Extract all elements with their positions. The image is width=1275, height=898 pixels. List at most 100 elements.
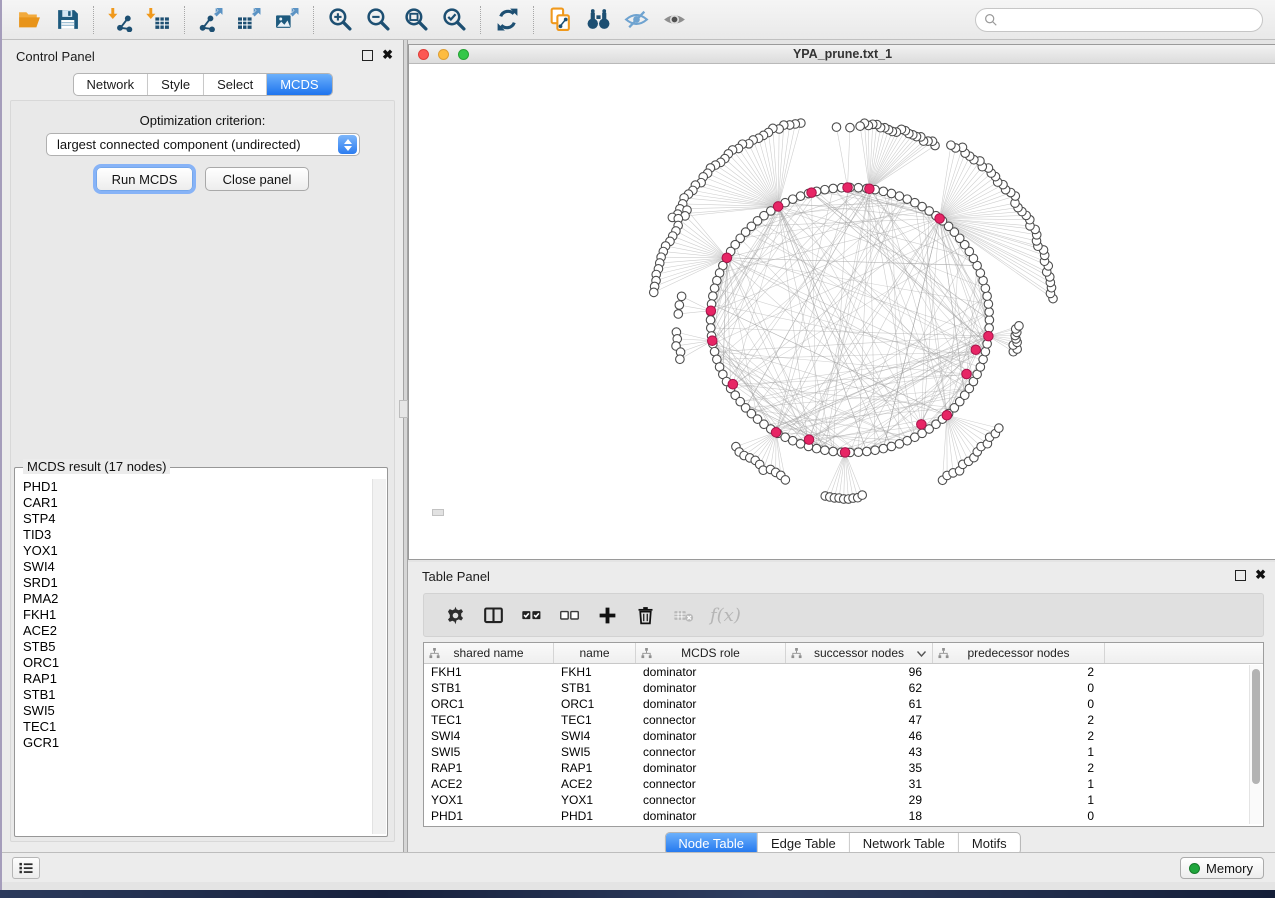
table-cell: dominator bbox=[636, 760, 786, 776]
export-table-button[interactable] bbox=[232, 5, 266, 35]
mcds-result-item[interactable]: GCR1 bbox=[17, 735, 371, 751]
close-panel-button[interactable]: Close panel bbox=[205, 167, 309, 191]
table-cell: TEC1 bbox=[554, 712, 636, 728]
zoom-fit-button[interactable] bbox=[399, 5, 433, 35]
import-network-button[interactable] bbox=[103, 5, 137, 35]
first-neighbors-icon bbox=[586, 7, 611, 32]
tab-mcds[interactable]: MCDS bbox=[266, 74, 331, 95]
mcds-result-item[interactable]: SWI5 bbox=[17, 703, 371, 719]
table-row[interactable]: YOX1YOX1connector291 bbox=[424, 792, 1263, 808]
network-graph[interactable] bbox=[409, 64, 1275, 559]
table-tab-edge-table[interactable]: Edge Table bbox=[757, 833, 849, 854]
table-cell: dominator bbox=[636, 680, 786, 696]
mcds-result-item[interactable]: PHD1 bbox=[17, 479, 371, 495]
delete-table-icon bbox=[673, 605, 694, 626]
zoom-selected-button[interactable] bbox=[437, 5, 471, 35]
delete-columns-button[interactable] bbox=[628, 600, 662, 630]
table-cell: 0 bbox=[933, 696, 1105, 712]
mcds-result-item[interactable]: ORC1 bbox=[17, 655, 371, 671]
table-row[interactable]: TEC1TEC1connector472 bbox=[424, 712, 1263, 728]
first-neighbors-button[interactable] bbox=[581, 5, 615, 35]
mcds-result-item[interactable]: STB1 bbox=[17, 687, 371, 703]
network-window-titlebar[interactable]: YPA_prune.txt_1 bbox=[409, 45, 1275, 64]
mcds-result-item[interactable]: STP4 bbox=[17, 511, 371, 527]
table-row[interactable]: RAP1RAP1dominator352 bbox=[424, 760, 1263, 776]
zoom-out-button[interactable] bbox=[361, 5, 395, 35]
tab-select[interactable]: Select bbox=[203, 74, 266, 95]
mcds-result-list[interactable]: PHD1CAR1STP4TID3YOX1SWI4SRD1PMA2FKH1ACE2… bbox=[17, 479, 371, 834]
table-cell: 61 bbox=[786, 696, 933, 712]
table-scrollbar-thumb[interactable] bbox=[1252, 669, 1260, 784]
deselect-all-button[interactable] bbox=[552, 600, 586, 630]
float-panel-icon[interactable] bbox=[362, 50, 373, 61]
search-input[interactable] bbox=[998, 13, 1262, 27]
table-float-icon[interactable] bbox=[1235, 570, 1246, 581]
table-row[interactable]: SWI4SWI4dominator462 bbox=[424, 728, 1263, 744]
new-network-from-selection-button[interactable] bbox=[543, 5, 577, 35]
export-image-button[interactable] bbox=[270, 5, 304, 35]
network-canvas[interactable] bbox=[409, 64, 1275, 559]
table-mode-gear-button[interactable] bbox=[438, 600, 472, 630]
column-header-shared-name[interactable]: shared name bbox=[424, 643, 554, 663]
search-box[interactable] bbox=[975, 8, 1263, 32]
tab-style[interactable]: Style bbox=[147, 74, 203, 95]
mcds-result-item[interactable]: CAR1 bbox=[17, 495, 371, 511]
close-panel-icon[interactable]: ✖ bbox=[382, 46, 393, 63]
save-session-button[interactable] bbox=[50, 5, 84, 35]
column-header-name[interactable]: name bbox=[554, 643, 636, 663]
mcds-result-item[interactable]: FKH1 bbox=[17, 607, 371, 623]
select-all-button[interactable] bbox=[514, 600, 548, 630]
create-column-button[interactable] bbox=[590, 600, 624, 630]
export-network-button[interactable] bbox=[194, 5, 228, 35]
mcds-result-item[interactable]: TID3 bbox=[17, 527, 371, 543]
show-all-button[interactable] bbox=[657, 5, 691, 35]
toolbar-separator bbox=[533, 6, 534, 34]
table-panel-title: Table Panel bbox=[422, 569, 490, 584]
show-columns-button[interactable] bbox=[476, 600, 510, 630]
table-row[interactable]: PHD1PHD1dominator180 bbox=[424, 808, 1263, 824]
table-cell: connector bbox=[636, 712, 786, 728]
mcds-result-item[interactable]: SWI4 bbox=[17, 559, 371, 575]
table-row[interactable]: ACE2ACE2connector311 bbox=[424, 776, 1263, 792]
table-row[interactable]: FKH1FKH1dominator962 bbox=[424, 664, 1263, 680]
mcds-result-item[interactable]: YOX1 bbox=[17, 543, 371, 559]
horizontal-splitter-handle[interactable] bbox=[432, 509, 444, 516]
import-table-button[interactable] bbox=[141, 5, 175, 35]
open-session-button[interactable] bbox=[12, 5, 46, 35]
mcds-result-item[interactable]: ACE2 bbox=[17, 623, 371, 639]
table-tab-network-table[interactable]: Network Table bbox=[849, 833, 958, 854]
table-row[interactable]: SWI5SWI5connector431 bbox=[424, 744, 1263, 760]
table-close-icon[interactable]: ✖ bbox=[1255, 566, 1266, 583]
table-row[interactable]: STB1STB1dominator620 bbox=[424, 680, 1263, 696]
export-table-icon bbox=[237, 7, 262, 32]
column-header-predecessor-nodes[interactable]: predecessor nodes bbox=[933, 643, 1105, 663]
mcds-result-item[interactable]: STB5 bbox=[17, 639, 371, 655]
table-cell: connector bbox=[636, 792, 786, 808]
table-cell: TEC1 bbox=[424, 712, 554, 728]
toolbar-icon-group bbox=[10, 5, 693, 35]
mcds-result-item[interactable]: SRD1 bbox=[17, 575, 371, 591]
apply-layout-button[interactable] bbox=[490, 5, 524, 35]
tab-network[interactable]: Network bbox=[73, 74, 147, 95]
table-cell: 62 bbox=[786, 680, 933, 696]
mcds-result-item[interactable]: PMA2 bbox=[17, 591, 371, 607]
column-header-successor-nodes[interactable]: successor nodes bbox=[786, 643, 933, 663]
table-tab-motifs[interactable]: Motifs bbox=[958, 833, 1020, 854]
run-mcds-button[interactable]: Run MCDS bbox=[96, 167, 193, 191]
table-tab-node-table[interactable]: Node Table bbox=[665, 833, 757, 854]
table-cell: FKH1 bbox=[554, 664, 636, 680]
mcds-list-scrollbar[interactable] bbox=[372, 479, 386, 834]
task-history-button[interactable] bbox=[12, 857, 40, 879]
table-panel: Table Panel ✖ f(x) shared namenameMCDS r… bbox=[408, 562, 1275, 860]
table-row[interactable]: ORC1ORC1dominator610 bbox=[424, 696, 1263, 712]
column-label: name bbox=[579, 646, 609, 660]
optimization-criterion-select[interactable]: largest connected component (undirected) bbox=[46, 133, 360, 156]
memory-button[interactable]: Memory bbox=[1180, 857, 1264, 879]
zoom-in-button[interactable] bbox=[323, 5, 357, 35]
mcds-result-item[interactable]: RAP1 bbox=[17, 671, 371, 687]
mcds-result-item[interactable]: TEC1 bbox=[17, 719, 371, 735]
hide-selection-button[interactable] bbox=[619, 5, 653, 35]
vertical-splitter-handle[interactable] bbox=[399, 400, 408, 418]
column-header-MCDS-role[interactable]: MCDS role bbox=[636, 643, 786, 663]
table-scrollbar[interactable] bbox=[1249, 665, 1262, 824]
